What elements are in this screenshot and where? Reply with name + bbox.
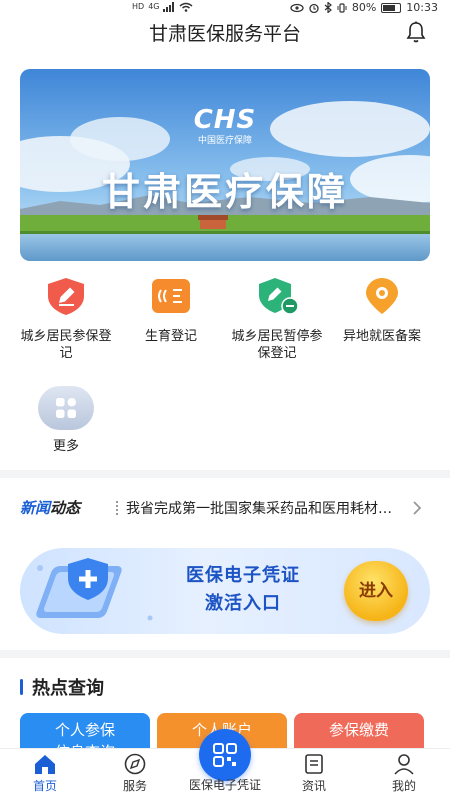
grid-more-icon xyxy=(38,386,94,430)
user-icon xyxy=(394,754,414,775)
e-voucher-activation-card[interactable]: 医保电子凭证 激活入口 进入 xyxy=(20,548,430,634)
nav-label: 我的 xyxy=(391,779,416,793)
news-icon xyxy=(305,754,323,774)
nav-home[interactable]: 首页 xyxy=(5,753,85,794)
hero-banner[interactable]: CHS 中国医疗保障 甘肃医疗保障 xyxy=(20,69,430,261)
eye-icon xyxy=(290,3,304,12)
battery-icon xyxy=(381,2,402,13)
voucher-line1: 医保电子凭证 xyxy=(186,565,300,586)
status-right: 80% 10:33 xyxy=(290,1,438,14)
hot-query-title: 热点查询 xyxy=(32,678,104,699)
battery-percent: 80% xyxy=(351,1,377,14)
news-section-title: 新闻动态 xyxy=(20,499,81,517)
service-label: 异地就医备案 xyxy=(342,329,421,344)
hd-signal-indicator: HD xyxy=(132,2,145,11)
nav-voucher-button[interactable] xyxy=(199,729,251,781)
news-headline[interactable]: 我省完成第一批国家集采药品和医用耗材… xyxy=(126,498,396,518)
service-label: 城乡居民参保登记 xyxy=(20,329,112,361)
nav-label: 服务 xyxy=(122,779,147,793)
network-indicator: 4G xyxy=(148,2,160,11)
phone-shield-illustration xyxy=(36,558,153,621)
home-icon xyxy=(35,755,55,774)
service-label: 城乡居民暂停参保登记 xyxy=(231,329,323,361)
nav-mine[interactable]: 我的 xyxy=(364,753,444,794)
service-pause-insurance[interactable]: 城乡居民暂停参保登记 xyxy=(222,276,332,362)
service-resident-insurance[interactable]: 城乡居民参保登记 xyxy=(11,276,121,362)
status-left: HD 4G xyxy=(132,2,193,12)
nav-news[interactable]: 资讯 xyxy=(274,753,354,794)
header: 甘肃医保服务平台 xyxy=(0,18,450,50)
nav-voucher-label[interactable]: 医保电子凭证 xyxy=(165,776,285,793)
voucher-line2: 激活入口 xyxy=(205,593,281,614)
compass-icon xyxy=(124,753,146,775)
service-more[interactable]: 更多 xyxy=(11,386,121,455)
banner-title: 甘肃医疗保障 xyxy=(101,170,348,214)
vibrate-icon xyxy=(337,2,347,13)
news-ticker[interactable]: 新闻动态 我省完成第一批国家集采药品和医用耗材… xyxy=(0,487,450,531)
page-title: 甘肃医保服务平台 xyxy=(148,23,301,45)
voucher-text: 医保电子凭证 激活入口 xyxy=(168,562,318,618)
nav-label: 资讯 xyxy=(301,779,326,793)
news-separator xyxy=(116,501,118,515)
bell-icon[interactable] xyxy=(404,20,428,44)
banner-logo: CHS 中国医疗保障 xyxy=(20,105,430,146)
edit-shield-icon xyxy=(48,278,84,315)
nav-label: 首页 xyxy=(32,779,57,793)
nav-service[interactable]: 服务 xyxy=(95,753,175,794)
pause-shield-icon xyxy=(259,278,299,315)
bottom-nav: 首页 服务 医保电子凭证 资讯 我的 xyxy=(0,729,450,800)
clock: 10:33 xyxy=(406,1,438,14)
enter-button[interactable]: 进入 xyxy=(344,561,408,621)
service-birth-registration[interactable]: 生育登记 xyxy=(116,276,226,345)
service-remote-medical[interactable]: 异地就医备案 xyxy=(327,276,437,345)
wifi-icon xyxy=(180,2,193,12)
hot-card-line1: 个人参保 xyxy=(54,721,115,739)
section-divider xyxy=(0,470,450,478)
alarm-icon xyxy=(309,3,319,13)
banner-logo-subtitle: 中国医疗保障 xyxy=(197,136,252,146)
banner-logo-text: CHS xyxy=(193,105,257,135)
section-divider xyxy=(0,650,450,658)
location-pin-icon xyxy=(366,278,398,314)
service-label: 更多 xyxy=(52,439,79,454)
service-label: 生育登记 xyxy=(144,329,197,344)
hot-card-line1: 参保缴费 xyxy=(328,721,389,739)
baby-card-icon xyxy=(152,279,190,313)
qr-code-icon xyxy=(213,743,237,767)
bluetooth-icon xyxy=(324,2,332,13)
status-bar: HD 4G 80% 10:33 xyxy=(0,0,450,18)
signal-bars-icon xyxy=(163,2,175,12)
chevron-right-icon[interactable] xyxy=(410,499,424,517)
